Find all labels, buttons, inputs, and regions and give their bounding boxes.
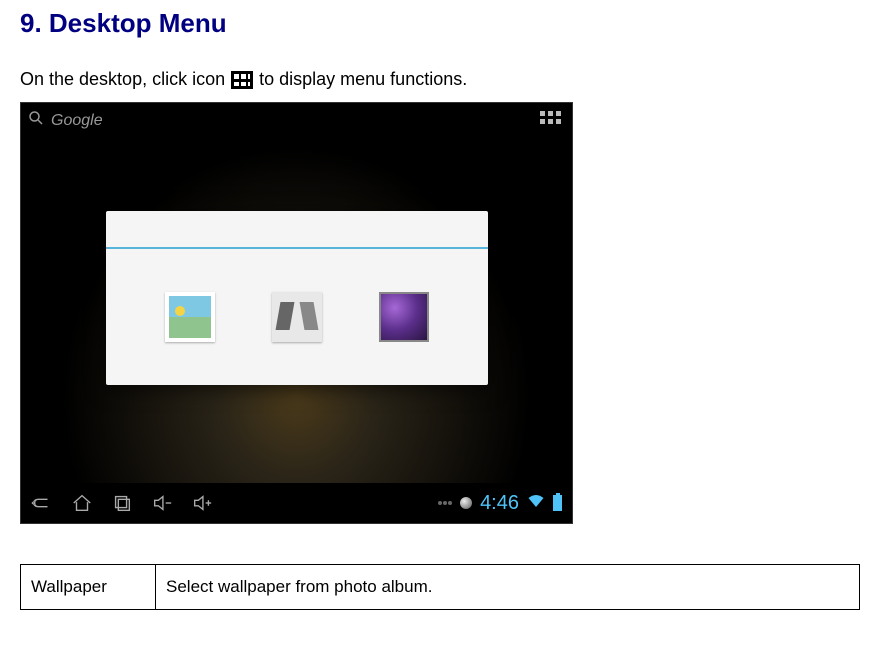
intro-text: On the desktop, click icon to display me… xyxy=(20,69,857,90)
nav-bar: 4:46 xyxy=(21,483,572,523)
wifi-icon xyxy=(527,492,545,515)
app-notification-icon xyxy=(460,497,472,509)
back-icon[interactable] xyxy=(31,492,53,514)
gallery-option-icon[interactable] xyxy=(165,292,215,342)
battery-icon xyxy=(553,495,562,511)
options-table: Wallpaper Select wallpaper from photo al… xyxy=(20,564,860,610)
table-row: Wallpaper Select wallpaper from photo al… xyxy=(21,565,860,610)
intro-after: to display menu functions. xyxy=(259,69,467,90)
apps-grid-icon xyxy=(231,71,253,89)
screenshot-frame: Google 4:46 xyxy=(20,102,573,524)
dialog-options xyxy=(106,249,488,385)
wallpapers-option-icon[interactable] xyxy=(379,292,429,342)
status-clock: 4:46 xyxy=(480,492,519,515)
search-bar[interactable]: Google xyxy=(27,109,103,132)
search-label: Google xyxy=(51,112,103,130)
status-area[interactable]: 4:46 xyxy=(438,492,562,515)
dialog-header xyxy=(106,211,488,249)
intro-before: On the desktop, click icon xyxy=(20,69,225,90)
more-indicator-icon xyxy=(438,501,452,505)
live-wallpapers-option-icon[interactable] xyxy=(272,292,322,342)
volume-down-icon[interactable] xyxy=(151,492,173,514)
search-icon xyxy=(27,109,45,132)
section-heading: 9. Desktop Menu xyxy=(20,8,857,39)
home-icon[interactable] xyxy=(71,492,93,514)
volume-up-icon[interactable] xyxy=(191,492,213,514)
wallpaper-dialog xyxy=(106,211,488,385)
table-cell-label: Wallpaper xyxy=(21,565,156,610)
apps-launcher-icon[interactable] xyxy=(540,111,562,125)
recent-apps-icon[interactable] xyxy=(111,492,133,514)
table-cell-desc: Select wallpaper from photo album. xyxy=(156,565,860,610)
